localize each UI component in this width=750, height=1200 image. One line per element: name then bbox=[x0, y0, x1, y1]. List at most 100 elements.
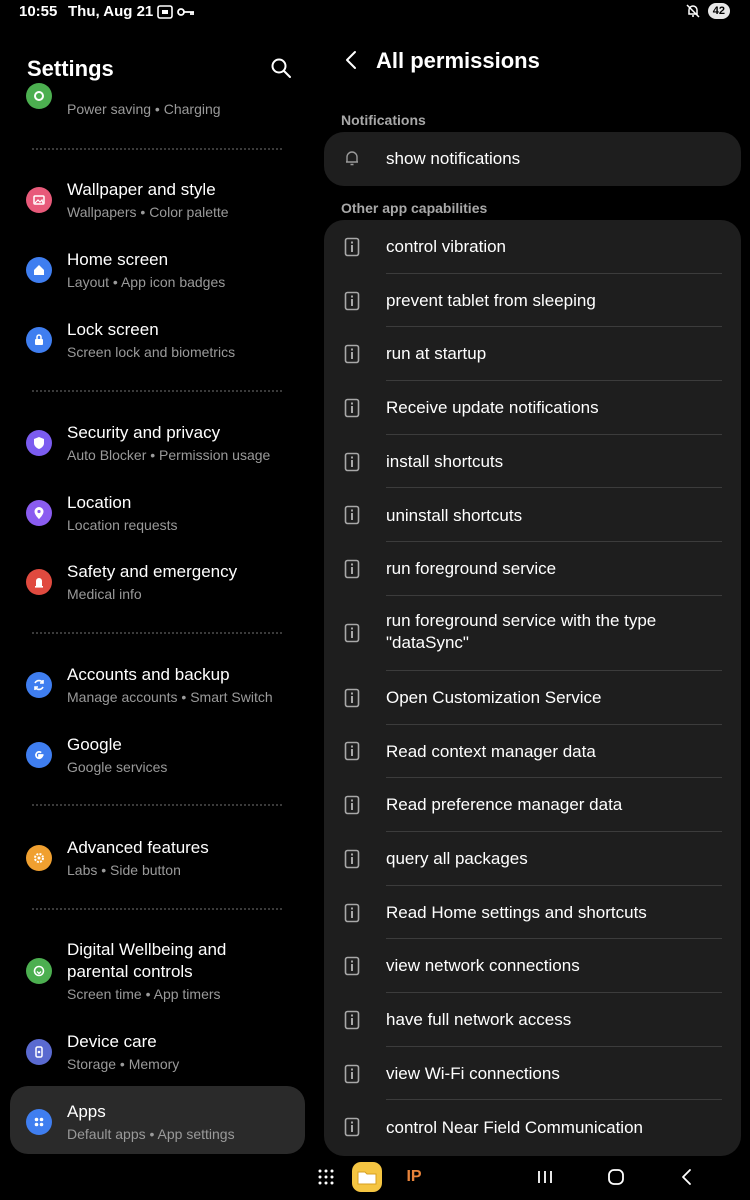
permission-item[interactable]: control vibration bbox=[324, 220, 741, 274]
section-header-notifications: Notifications bbox=[341, 112, 426, 128]
info-box-icon bbox=[344, 849, 360, 869]
settings-item-title: Advanced features bbox=[67, 838, 209, 857]
permission-item[interactable]: Read Home settings and shortcuts bbox=[324, 886, 741, 940]
settings-item-wallpaper[interactable]: Wallpaper and style Wallpapers • Color p… bbox=[0, 178, 312, 228]
battery-indicator: 42 bbox=[707, 3, 730, 19]
status-bar: 10:55 Thu, Aug 21 42 bbox=[0, 0, 750, 26]
permission-label: uninstall shortcuts bbox=[386, 505, 523, 525]
permission-label: Open Customization Service bbox=[386, 687, 602, 707]
date: Thu, Aug 21 bbox=[68, 3, 154, 20]
info-box-icon bbox=[344, 559, 360, 579]
permission-label: install shortcuts bbox=[386, 451, 504, 471]
settings-item-device-care[interactable]: Device care Storage • Memory bbox=[0, 1030, 312, 1080]
permission-label: run foreground service with the type "da… bbox=[386, 610, 657, 652]
settings-item-location[interactable]: Location Location requests bbox=[0, 491, 312, 541]
info-box-icon bbox=[344, 291, 360, 310]
info-box-icon bbox=[344, 795, 360, 815]
permission-item[interactable]: view Wi-Fi connections bbox=[324, 1047, 741, 1101]
permission-item[interactable]: uninstall shortcuts bbox=[324, 489, 741, 543]
image-icon bbox=[26, 187, 52, 213]
settings-item-subtitle: Screen lock and biometrics bbox=[67, 344, 236, 360]
ip-app-icon[interactable]: IP bbox=[400, 1165, 428, 1189]
settings-item-title: Home screen bbox=[67, 250, 169, 269]
device-care-icon bbox=[26, 1039, 52, 1065]
divider bbox=[32, 804, 282, 806]
permission-item[interactable]: install shortcuts bbox=[324, 435, 741, 489]
permission-item[interactable]: Open Customization Service bbox=[324, 671, 741, 725]
permission-item[interactable]: run at startup bbox=[324, 327, 741, 382]
mute-icon bbox=[686, 4, 700, 18]
alert-icon bbox=[26, 569, 52, 595]
permission-label: view network connections bbox=[386, 956, 580, 976]
permission-label: run foreground service bbox=[386, 559, 557, 579]
permission-item[interactable]: Receive update notifications bbox=[324, 381, 741, 435]
settings-item-battery[interactable]: Power saving • Charging bbox=[0, 83, 312, 124]
bell-icon bbox=[346, 151, 358, 166]
settings-item-security[interactable]: Security and privacy Auto Blocker • Perm… bbox=[0, 421, 312, 471]
settings-item-title: Device care bbox=[67, 1032, 157, 1051]
permission-item[interactable]: prevent tablet from sleeping bbox=[324, 274, 741, 328]
clock: 10:55 bbox=[19, 3, 58, 20]
permission-label: have full network access bbox=[386, 1010, 572, 1030]
info-box-icon bbox=[344, 344, 360, 364]
permission-label: control Near Field Communication bbox=[386, 1117, 643, 1137]
settings-item-subtitle: Layout • App icon badges bbox=[67, 274, 226, 290]
settings-item-subtitle: Screen time • App timers bbox=[67, 986, 221, 1002]
permission-item[interactable]: Read preference manager data bbox=[324, 778, 741, 832]
settings-item-title: Apps bbox=[67, 1102, 106, 1121]
permission-item[interactable]: have full network access bbox=[324, 993, 741, 1047]
settings-item-google[interactable]: Google Google services bbox=[0, 733, 312, 783]
info-box-icon bbox=[344, 506, 360, 525]
app-drawer-icon[interactable] bbox=[314, 1165, 338, 1189]
lock-icon bbox=[26, 327, 52, 353]
info-box-icon bbox=[344, 688, 360, 708]
back-arrow-icon[interactable] bbox=[340, 48, 364, 72]
info-box-icon bbox=[344, 1064, 360, 1083]
divider bbox=[32, 908, 282, 910]
settings-item-subtitle: Labs • Side button bbox=[67, 862, 181, 878]
divider bbox=[32, 390, 282, 392]
shield-icon bbox=[26, 430, 52, 456]
settings-item-safety[interactable]: Safety and emergency Medical info bbox=[0, 560, 312, 610]
back-button-icon[interactable] bbox=[675, 1165, 699, 1189]
permission-label: control vibration bbox=[386, 237, 507, 256]
home-button-icon[interactable] bbox=[604, 1165, 628, 1189]
permission-item[interactable]: run foreground service with the type "da… bbox=[324, 596, 741, 671]
settings-item-subtitle: Power saving • Charging bbox=[67, 101, 221, 117]
section-header-other: Other app capabilities bbox=[341, 200, 488, 216]
settings-item-wellbeing[interactable]: Digital Wellbeing and parental controls … bbox=[0, 939, 312, 1009]
settings-item-apps[interactable]: Apps Default apps • App settings bbox=[0, 1100, 312, 1150]
info-box-icon bbox=[344, 624, 360, 643]
info-box-icon bbox=[344, 1118, 360, 1137]
notifications-card: show notifications bbox=[324, 132, 741, 186]
permission-item[interactable]: control Near Field Communication bbox=[324, 1101, 741, 1155]
permission-label: Read context manager data bbox=[386, 741, 596, 761]
permission-item[interactable]: query all packages bbox=[324, 832, 741, 886]
recents-icon[interactable] bbox=[533, 1165, 557, 1189]
permission-label: Read Home settings and shortcuts bbox=[386, 902, 647, 922]
settings-item-title: Google bbox=[67, 735, 122, 754]
settings-item-accounts[interactable]: Accounts and backup Manage accounts • Sm… bbox=[0, 663, 312, 713]
ip-label: IP bbox=[406, 1168, 422, 1185]
settings-item-title: Security and privacy bbox=[67, 423, 221, 442]
star-gear-icon bbox=[26, 845, 52, 871]
settings-item-title: Wallpaper and style bbox=[67, 180, 216, 199]
info-box-icon bbox=[344, 956, 360, 976]
settings-item-advanced[interactable]: Advanced features Labs • Side button bbox=[0, 836, 312, 886]
notification-icons bbox=[157, 3, 195, 20]
info-box-icon bbox=[344, 237, 360, 257]
settings-item-title: Accounts and backup bbox=[67, 665, 230, 684]
permission-label: view Wi-Fi connections bbox=[386, 1063, 560, 1083]
settings-item-lock-screen[interactable]: Lock screen Screen lock and biometrics bbox=[0, 318, 312, 368]
search-icon[interactable] bbox=[270, 57, 292, 79]
permission-item[interactable]: show notifications bbox=[324, 132, 741, 186]
sync-icon bbox=[26, 672, 52, 698]
permission-item[interactable]: run foreground service bbox=[324, 542, 741, 596]
my-files-icon[interactable] bbox=[352, 1162, 382, 1192]
info-box-icon bbox=[344, 903, 360, 922]
screenshot-icon bbox=[157, 5, 173, 20]
divider bbox=[32, 632, 282, 634]
permission-item[interactable]: view network connections bbox=[324, 939, 741, 994]
settings-item-home-screen[interactable]: Home screen Layout • App icon badges bbox=[0, 248, 312, 298]
permission-item[interactable]: Read context manager data bbox=[324, 725, 741, 779]
